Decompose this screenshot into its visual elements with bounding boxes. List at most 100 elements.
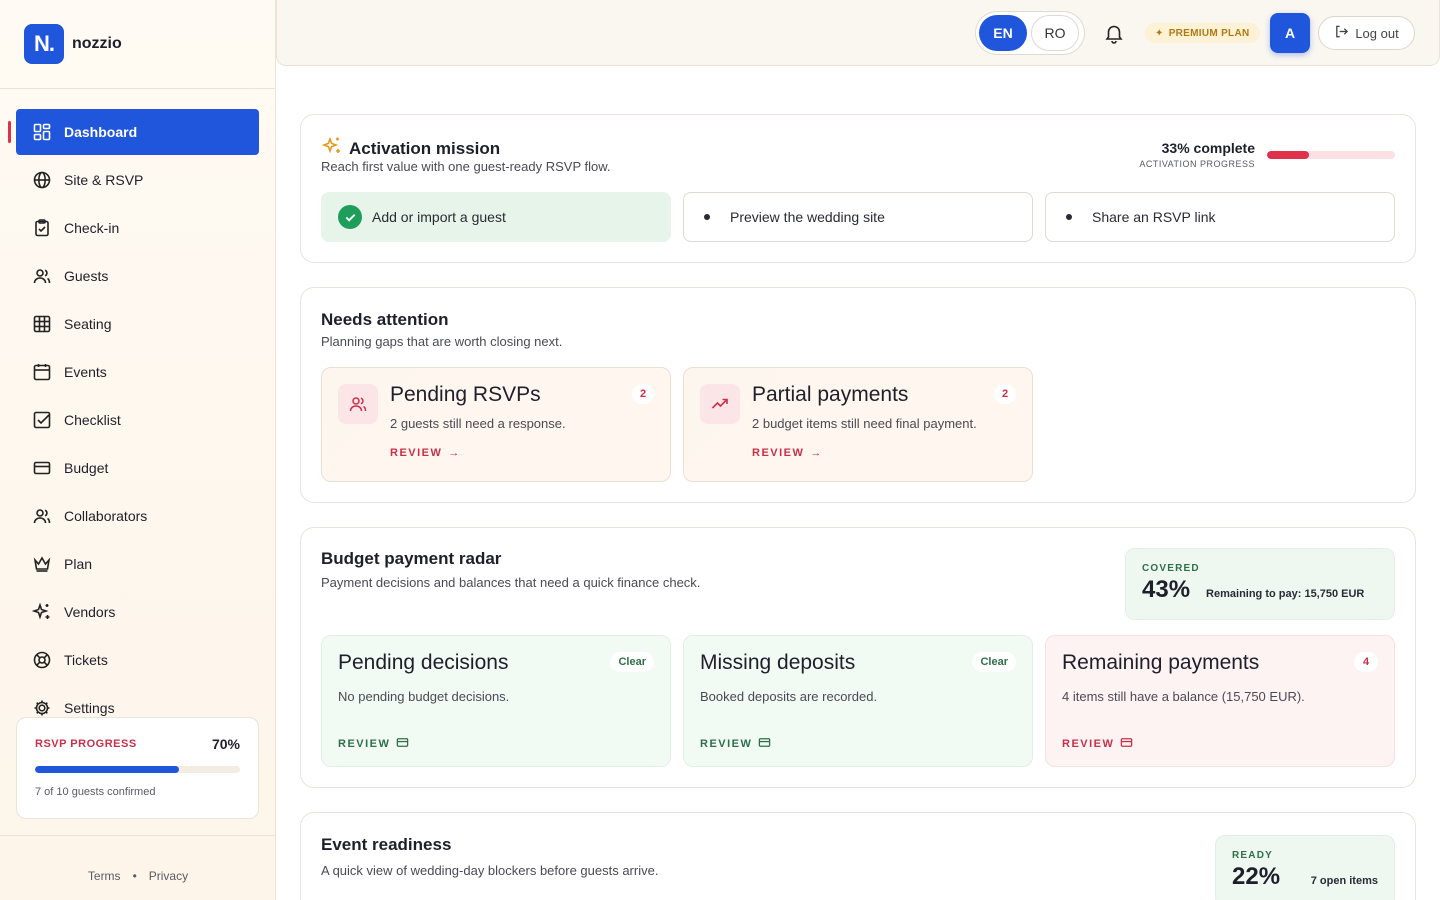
budget-item-desc: No pending budget decisions. bbox=[338, 689, 510, 704]
dashboard-icon bbox=[32, 122, 52, 142]
attention-item-desc: 2 guests still need a response. bbox=[390, 416, 566, 431]
sidebar-item-label: Checklist bbox=[64, 412, 121, 428]
sidebar-item-seating[interactable]: Seating bbox=[16, 301, 259, 347]
budget-item-title: Remaining payments bbox=[1062, 651, 1260, 674]
activation-progress: 33% complete ACTIVATION PROGRESS bbox=[1139, 140, 1395, 169]
trending-up-icon bbox=[700, 384, 740, 424]
review-link[interactable]: REVIEW → bbox=[390, 447, 461, 459]
budget-radar-card: Budget payment radar Payment decisions a… bbox=[300, 527, 1416, 788]
budget-item-title: Missing deposits bbox=[700, 651, 856, 674]
review-label: REVIEW bbox=[1062, 738, 1115, 750]
activation-progress-fill bbox=[1267, 150, 1310, 159]
checkbox-icon bbox=[32, 410, 52, 430]
sidebar: N. nozzio Dashboard Site & RSVP Check-in… bbox=[0, 0, 276, 900]
review-label: REVIEW bbox=[752, 447, 805, 459]
budget-item-missing-deposits[interactable]: Missing deposits Clear Booked deposits a… bbox=[683, 635, 1033, 767]
bell-icon[interactable] bbox=[1103, 22, 1125, 44]
language-toggle: EN RO bbox=[975, 11, 1085, 55]
wallet-icon bbox=[1120, 736, 1133, 752]
sidebar-item-events[interactable]: Events bbox=[16, 349, 259, 395]
step-preview-site[interactable]: Preview the wedding site bbox=[683, 192, 1033, 242]
review-label: REVIEW bbox=[700, 738, 753, 750]
sidebar-item-tickets[interactable]: Tickets bbox=[16, 637, 259, 683]
sidebar-item-label: Settings bbox=[64, 700, 115, 716]
sidebar-item-label: Events bbox=[64, 364, 107, 380]
sidebar-item-label: Plan bbox=[64, 556, 93, 572]
wallet-icon bbox=[32, 458, 52, 478]
attention-item-title: Partial payments bbox=[752, 383, 909, 406]
attention-items: Pending RSVPs 2 2 guests still need a re… bbox=[321, 367, 1033, 482]
arrow-right-icon: → bbox=[448, 447, 461, 459]
review-link[interactable]: REVIEW bbox=[700, 736, 771, 752]
attention-item-partial-payments[interactable]: Partial payments 2 2 budget items still … bbox=[683, 367, 1033, 482]
review-label: REVIEW bbox=[390, 447, 443, 459]
premium-plan-badge: ✦ PREMIUM PLAN bbox=[1145, 23, 1260, 43]
users-icon bbox=[32, 266, 52, 286]
covered-label: COVERED bbox=[1142, 563, 1200, 574]
sidebar-item-label: Dashboard bbox=[64, 124, 138, 140]
activation-progress-label: 33% complete bbox=[1161, 140, 1255, 156]
wallet-icon bbox=[758, 736, 771, 752]
sparkles-icon bbox=[32, 602, 52, 622]
brand-name: nozzio bbox=[72, 35, 122, 52]
status-badge: Clear bbox=[972, 652, 1016, 672]
attention-item-pending-rsvps[interactable]: Pending RSVPs 2 2 guests still need a re… bbox=[321, 367, 671, 482]
privacy-link[interactable]: Privacy bbox=[149, 869, 188, 883]
activation-steps: Add or import a guest Preview the weddin… bbox=[321, 192, 1395, 242]
budget-item-desc: Booked deposits are recorded. bbox=[700, 689, 878, 704]
event-readiness-subtitle: A quick view of wedding-day blockers bef… bbox=[321, 863, 659, 878]
premium-plan-label: PREMIUM PLAN bbox=[1168, 27, 1250, 39]
sidebar-item-site-rsvp[interactable]: Site & RSVP bbox=[16, 157, 259, 203]
step-share-rsvp[interactable]: Share an RSVP link bbox=[1045, 192, 1395, 242]
globe-icon bbox=[32, 170, 52, 190]
users-icon bbox=[32, 506, 52, 526]
bullet-icon bbox=[704, 214, 710, 220]
rsvp-progress-percent: 70% bbox=[211, 736, 240, 752]
activation-progress-caption: ACTIVATION PROGRESS bbox=[1139, 159, 1255, 169]
activation-mission-card: Activation mission Reach first value wit… bbox=[300, 114, 1416, 263]
sidebar-item-guests[interactable]: Guests bbox=[16, 253, 259, 299]
budget-item-remaining-payments[interactable]: Remaining payments 4 4 items still have … bbox=[1045, 635, 1395, 767]
activation-progress-bar bbox=[1267, 150, 1395, 159]
sidebar-item-plan[interactable]: Plan bbox=[16, 541, 259, 587]
activation-subtitle: Reach first value with one guest-ready R… bbox=[321, 159, 611, 174]
logout-button[interactable]: Log out bbox=[1318, 16, 1415, 50]
review-link[interactable]: REVIEW → bbox=[752, 447, 823, 459]
step-label: Share an RSVP link bbox=[1092, 209, 1216, 225]
sidebar-item-dashboard[interactable]: Dashboard bbox=[8, 109, 259, 155]
sidebar-item-budget[interactable]: Budget bbox=[16, 445, 259, 491]
brand[interactable]: N. nozzio bbox=[24, 24, 122, 64]
arrow-right-icon: → bbox=[810, 447, 823, 459]
sidebar-divider bbox=[0, 88, 275, 89]
activation-title-row: Activation mission bbox=[321, 135, 500, 162]
avatar[interactable]: A bbox=[1270, 13, 1310, 53]
status-badge: Clear bbox=[610, 652, 654, 672]
sidebar-item-label: Budget bbox=[64, 460, 109, 476]
footer-links: Terms • Privacy bbox=[0, 869, 276, 883]
sidebar-item-vendors[interactable]: Vendors bbox=[16, 589, 259, 635]
lang-ro-button[interactable]: RO bbox=[1031, 15, 1079, 51]
logout-icon bbox=[1334, 24, 1349, 42]
rsvp-progress-fill bbox=[35, 766, 179, 773]
calendar-icon bbox=[32, 362, 52, 382]
ready-summary: READY 22% 7 open items bbox=[1215, 835, 1395, 900]
review-label: REVIEW bbox=[338, 738, 391, 750]
ready-percent: 22% bbox=[1232, 863, 1281, 890]
gear-icon bbox=[32, 698, 52, 718]
step-add-guest[interactable]: Add or import a guest bbox=[321, 192, 671, 242]
event-readiness-title: Event readiness bbox=[321, 835, 452, 854]
attention-item-desc: 2 budget items still need final payment. bbox=[752, 416, 977, 431]
rsvp-progress-card: RSVP PROGRESS 70% 7 of 10 guests confirm… bbox=[16, 717, 259, 819]
terms-link[interactable]: Terms bbox=[88, 869, 121, 883]
sidebar-item-check-in[interactable]: Check-in bbox=[16, 205, 259, 251]
budget-item-pending-decisions[interactable]: Pending decisions Clear No pending budge… bbox=[321, 635, 671, 767]
sidebar-item-collaborators[interactable]: Collaborators bbox=[16, 493, 259, 539]
sidebar-item-checklist[interactable]: Checklist bbox=[16, 397, 259, 443]
review-link[interactable]: REVIEW bbox=[338, 736, 409, 752]
lang-en-button[interactable]: EN bbox=[979, 15, 1027, 51]
step-label: Preview the wedding site bbox=[730, 209, 885, 225]
budget-radar-title: Budget payment radar bbox=[321, 549, 502, 568]
review-link[interactable]: REVIEW bbox=[1062, 736, 1133, 752]
needs-attention-subtitle: Planning gaps that are worth closing nex… bbox=[321, 334, 563, 349]
rsvp-progress-subtitle: 7 of 10 guests confirmed bbox=[35, 786, 156, 798]
